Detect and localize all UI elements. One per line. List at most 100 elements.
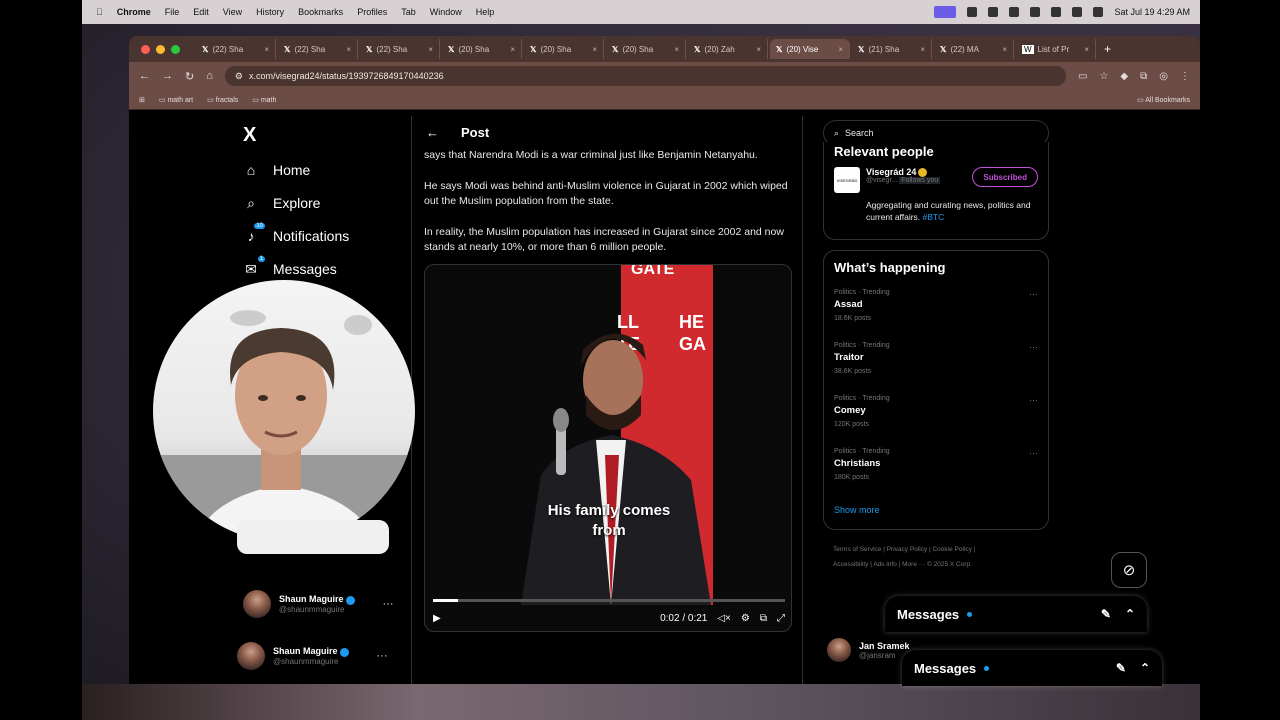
bookmark-folder[interactable]: ▭ math — [252, 96, 276, 104]
footer-line[interactable]: Accessibility | Ads info | More ··· © 20… — [833, 557, 1039, 572]
nav-messages[interactable]: ✉ 1 Messages — [243, 256, 337, 277]
back-arrow-icon[interactable]: ← — [426, 125, 439, 140]
browser-tab[interactable]: 𝕏 (22) Sha × — [278, 39, 358, 59]
more-options-icon[interactable]: ··· — [383, 598, 394, 610]
nav-explore[interactable]: ⌕ Explore — [243, 195, 320, 212]
apple-icon[interactable]:  — [96, 7, 103, 17]
wifi-icon[interactable] — [1051, 7, 1062, 17]
spotlight-icon[interactable] — [1072, 7, 1083, 17]
grok-button[interactable]: ⊘ — [1111, 552, 1147, 588]
site-info-icon[interactable]: ⚙ — [235, 71, 243, 82]
trend-more-icon[interactable]: ··· — [1029, 448, 1038, 458]
zoom-window-button[interactable] — [171, 44, 180, 54]
account-switcher[interactable]: Shaun Maguire @shaunmmaguire ··· — [243, 590, 394, 618]
tab-close-icon[interactable]: × — [510, 45, 515, 54]
account-switcher-duplicate[interactable]: Shaun Maguire @shaunmmaguire ··· — [237, 642, 388, 670]
menu-view[interactable]: View — [223, 7, 242, 17]
tab-close-icon[interactable]: × — [756, 45, 761, 54]
tab-close-icon[interactable]: × — [920, 45, 925, 54]
x-logo-icon[interactable]: X — [243, 124, 256, 147]
tab-close-icon[interactable]: × — [428, 45, 433, 54]
browser-tab[interactable]: 𝕏 (22) Sha × — [196, 39, 276, 59]
mute-icon[interactable]: ◁× — [717, 613, 731, 624]
menu-history[interactable]: History — [256, 7, 284, 17]
bookmark-folder[interactable]: ▭ math art — [159, 96, 193, 104]
nav-home[interactable]: ⌂ Home — [243, 162, 311, 178]
more-options-icon[interactable]: ··· — [377, 650, 388, 662]
subscribed-button[interactable]: Subscribed — [972, 167, 1038, 187]
messages-drawer[interactable]: Messages ✎ ⌃ — [885, 596, 1147, 632]
settings-icon[interactable]: ⚙ — [741, 613, 750, 624]
cast-icon[interactable]: ▭ — [1078, 71, 1087, 82]
nav-notifications[interactable]: ♪ 10 Notifications — [243, 223, 349, 244]
play-icon[interactable]: ▶ — [433, 613, 441, 624]
chrome-menu-icon[interactable]: ⋮ — [1180, 71, 1190, 82]
extensions-puzzle-icon[interactable]: ⧉ — [1140, 71, 1147, 82]
browser-tab[interactable]: 𝕏 (21) Sha × — [852, 39, 932, 59]
browser-tab[interactable]: 𝕏 (20) Sha × — [524, 39, 604, 59]
tab-close-icon[interactable]: × — [346, 45, 351, 54]
suggested-user[interactable]: Jan Sramek @jansram — [827, 638, 910, 662]
vpn-icon[interactable] — [988, 7, 999, 17]
menu-help[interactable]: Help — [476, 7, 495, 17]
bookmark-folder[interactable]: ▭ fractals — [207, 96, 238, 104]
trend-more-icon[interactable]: ··· — [1029, 342, 1038, 352]
menubar-clock[interactable]: Sat Jul 19 4:29 AM — [1114, 7, 1190, 17]
menu-file[interactable]: File — [165, 7, 180, 17]
trend-item[interactable]: Politics · Trending Comey 120K posts ··· — [824, 395, 1048, 448]
minimize-window-button[interactable] — [156, 44, 165, 54]
pip-icon[interactable]: ⧉ — [760, 613, 767, 624]
tab-close-icon[interactable]: × — [592, 45, 597, 54]
fullscreen-icon[interactable]: ⤢ — [777, 613, 785, 624]
menu-bookmarks[interactable]: Bookmarks — [298, 7, 343, 17]
screen-record-icon[interactable] — [934, 6, 957, 18]
profile-icon[interactable]: ◎ — [1159, 71, 1168, 82]
trend-item[interactable]: Politics · Trending Christians 180K post… — [824, 448, 1048, 501]
control-center-icon[interactable] — [1093, 7, 1104, 17]
forward-icon[interactable]: → — [162, 70, 173, 82]
tab-close-icon[interactable]: × — [1002, 45, 1007, 54]
bookmark-star-icon[interactable]: ☆ — [1099, 71, 1108, 82]
menu-profiles[interactable]: Profiles — [357, 7, 387, 17]
browser-tab[interactable]: 𝕏 (22) Sha × — [360, 39, 440, 59]
menu-edit[interactable]: Edit — [193, 7, 209, 17]
browser-tab[interactable]: W List of Pr × — [1016, 39, 1096, 59]
expand-icon[interactable]: ⌃ — [1125, 607, 1135, 621]
trend-item[interactable]: Politics · Trending Traitor 38.6K posts … — [824, 342, 1048, 395]
close-window-button[interactable] — [141, 44, 150, 54]
video-progress-bar[interactable] — [433, 599, 785, 602]
menu-window[interactable]: Window — [430, 7, 462, 17]
show-more-link[interactable]: Show more — [824, 501, 1048, 519]
display-icon[interactable] — [1009, 7, 1020, 17]
apps-icon[interactable]: ⊞ — [139, 96, 145, 104]
browser-tab[interactable]: 𝕏 (20) Sha × — [606, 39, 686, 59]
expand-icon[interactable]: ⌃ — [1140, 661, 1150, 675]
trend-more-icon[interactable]: ··· — [1029, 395, 1038, 405]
menubar-app-name[interactable]: Chrome — [117, 7, 151, 17]
url-field[interactable]: ⚙ x.com/visegrad24/status/19397268491704… — [224, 66, 1066, 86]
new-tab-button[interactable]: + — [1104, 42, 1111, 56]
compose-message-icon[interactable]: ✎ — [1116, 661, 1126, 675]
footer-line[interactable]: Terms of Service | Privacy Policy | Cook… — [833, 542, 1039, 557]
reload-icon[interactable]: ↻ — [185, 70, 194, 83]
home-icon[interactable]: ⌂ — [206, 70, 213, 82]
all-bookmarks-button[interactable]: ▭ All Bookmarks — [1137, 96, 1190, 104]
back-icon[interactable]: ← — [139, 70, 150, 82]
hashtag-link[interactable]: #BTC — [923, 212, 945, 222]
video-player[interactable]: GATE LL TE HE GA His family comes from ▶… — [424, 264, 792, 632]
tab-close-icon[interactable]: × — [674, 45, 679, 54]
browser-tab-active[interactable]: 𝕏 (20) Vise × — [770, 39, 850, 59]
compose-message-icon[interactable]: ✎ — [1101, 607, 1111, 621]
relevant-person[interactable]: VISEGRÁD Visegrád 24 @visegr... Follows … — [824, 159, 1048, 193]
messages-drawer-duplicate[interactable]: Messages ✎ ⌃ — [902, 650, 1162, 686]
extension-icon[interactable]: ◆ — [1120, 71, 1128, 82]
tab-close-icon[interactable]: × — [264, 45, 269, 54]
trend-more-icon[interactable]: ··· — [1029, 289, 1038, 299]
browser-tab[interactable]: 𝕏 (22) MA × — [934, 39, 1014, 59]
browser-tab[interactable]: 𝕏 (20) Sha × — [442, 39, 522, 59]
tab-close-icon[interactable]: × — [1084, 45, 1089, 54]
status-icon[interactable] — [967, 7, 978, 17]
battery-icon[interactable] — [1030, 7, 1041, 17]
menu-tab[interactable]: Tab — [401, 7, 416, 17]
browser-tab[interactable]: 𝕏 (20) Zah × — [688, 39, 768, 59]
